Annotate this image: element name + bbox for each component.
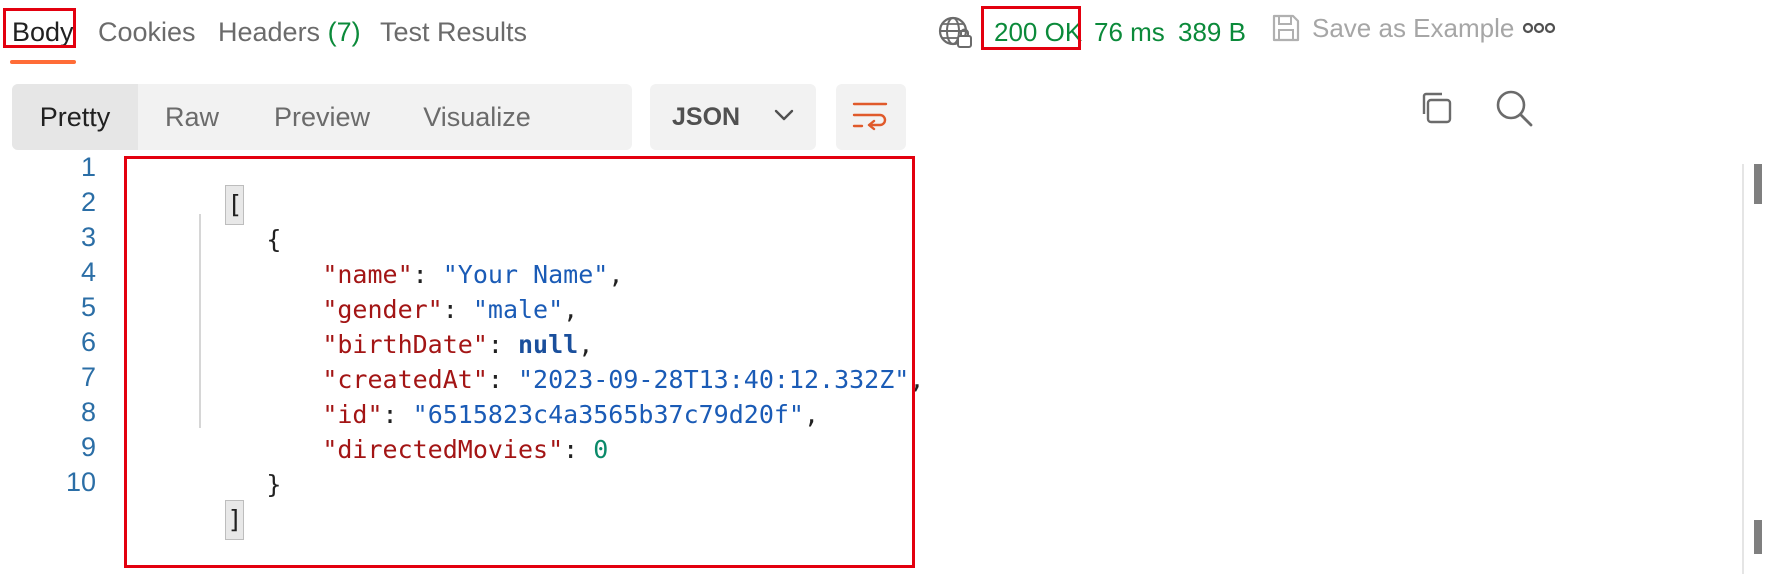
active-tab-indicator — [10, 60, 76, 64]
chevron-down-icon — [774, 108, 794, 127]
copy-icon[interactable] — [1418, 90, 1454, 126]
format-dropdown-label: JSON — [672, 103, 741, 131]
wrap-lines-icon — [852, 100, 890, 139]
view-pretty-label: Pretty — [39, 102, 111, 132]
tab-cookies[interactable]: Cookies — [98, 12, 196, 52]
line-number: 6 — [80, 327, 96, 357]
save-as-example-label: Save as Example — [1312, 13, 1515, 43]
line-number: 3 — [80, 222, 96, 252]
search-icon[interactable] — [1494, 88, 1534, 128]
view-raw-button[interactable]: Raw — [138, 84, 246, 150]
response-time-text: 76 ms — [1094, 17, 1165, 47]
network-globe-icon[interactable] — [938, 14, 974, 50]
line-number: 9 — [80, 432, 96, 462]
response-time: 76 ms — [1094, 12, 1165, 52]
view-preview-button[interactable]: Preview — [246, 84, 398, 150]
line-number: 4 — [80, 257, 96, 287]
save-icon — [1270, 12, 1302, 44]
save-as-example-button[interactable]: Save as Example — [1312, 8, 1514, 48]
tab-cookies-label: Cookies — [98, 17, 196, 47]
tab-test-results-label: Test Results — [380, 17, 528, 47]
view-preview-label: Preview — [273, 102, 371, 132]
line-number: 2 — [80, 187, 96, 217]
scrollbar-thumb-top[interactable] — [1754, 164, 1762, 204]
view-mode-selector: Pretty Raw Preview Visualize — [12, 84, 632, 150]
view-raw-label: Raw — [164, 102, 219, 132]
scrollbar-thumb-bottom[interactable] — [1754, 520, 1762, 554]
tab-headers-label: Headers — [218, 17, 321, 47]
body-tab-highlight — [3, 8, 76, 48]
line-number: 10 — [65, 467, 96, 497]
line-number: 8 — [80, 397, 96, 427]
view-visualize-button[interactable]: Visualize — [398, 84, 556, 150]
line-number: 1 — [80, 152, 96, 182]
more-options-icon[interactable] — [1522, 18, 1556, 38]
response-size: 389 B — [1178, 12, 1246, 52]
response-size-text: 389 B — [1178, 17, 1246, 47]
response-panel: Body Cookies Headers (7) Test Results 20… — [0, 0, 1778, 576]
format-dropdown[interactable]: JSON — [650, 84, 816, 150]
line-number: 7 — [80, 362, 96, 392]
line-number: 5 — [80, 292, 96, 322]
wrap-lines-button[interactable] — [836, 84, 906, 150]
response-body-highlight — [124, 156, 915, 568]
tab-test-results[interactable]: Test Results — [380, 12, 527, 52]
view-pretty-button[interactable]: Pretty — [12, 84, 138, 150]
response-tabs: Body Cookies Headers (7) Test Results 20… — [0, 0, 1778, 64]
status-highlight — [981, 6, 1081, 50]
headers-count-badge: (7) — [327, 17, 361, 47]
scrollbar-track[interactable] — [1742, 164, 1744, 574]
view-visualize-label: Visualize — [423, 102, 531, 132]
tab-headers[interactable]: Headers (7) — [218, 12, 361, 52]
